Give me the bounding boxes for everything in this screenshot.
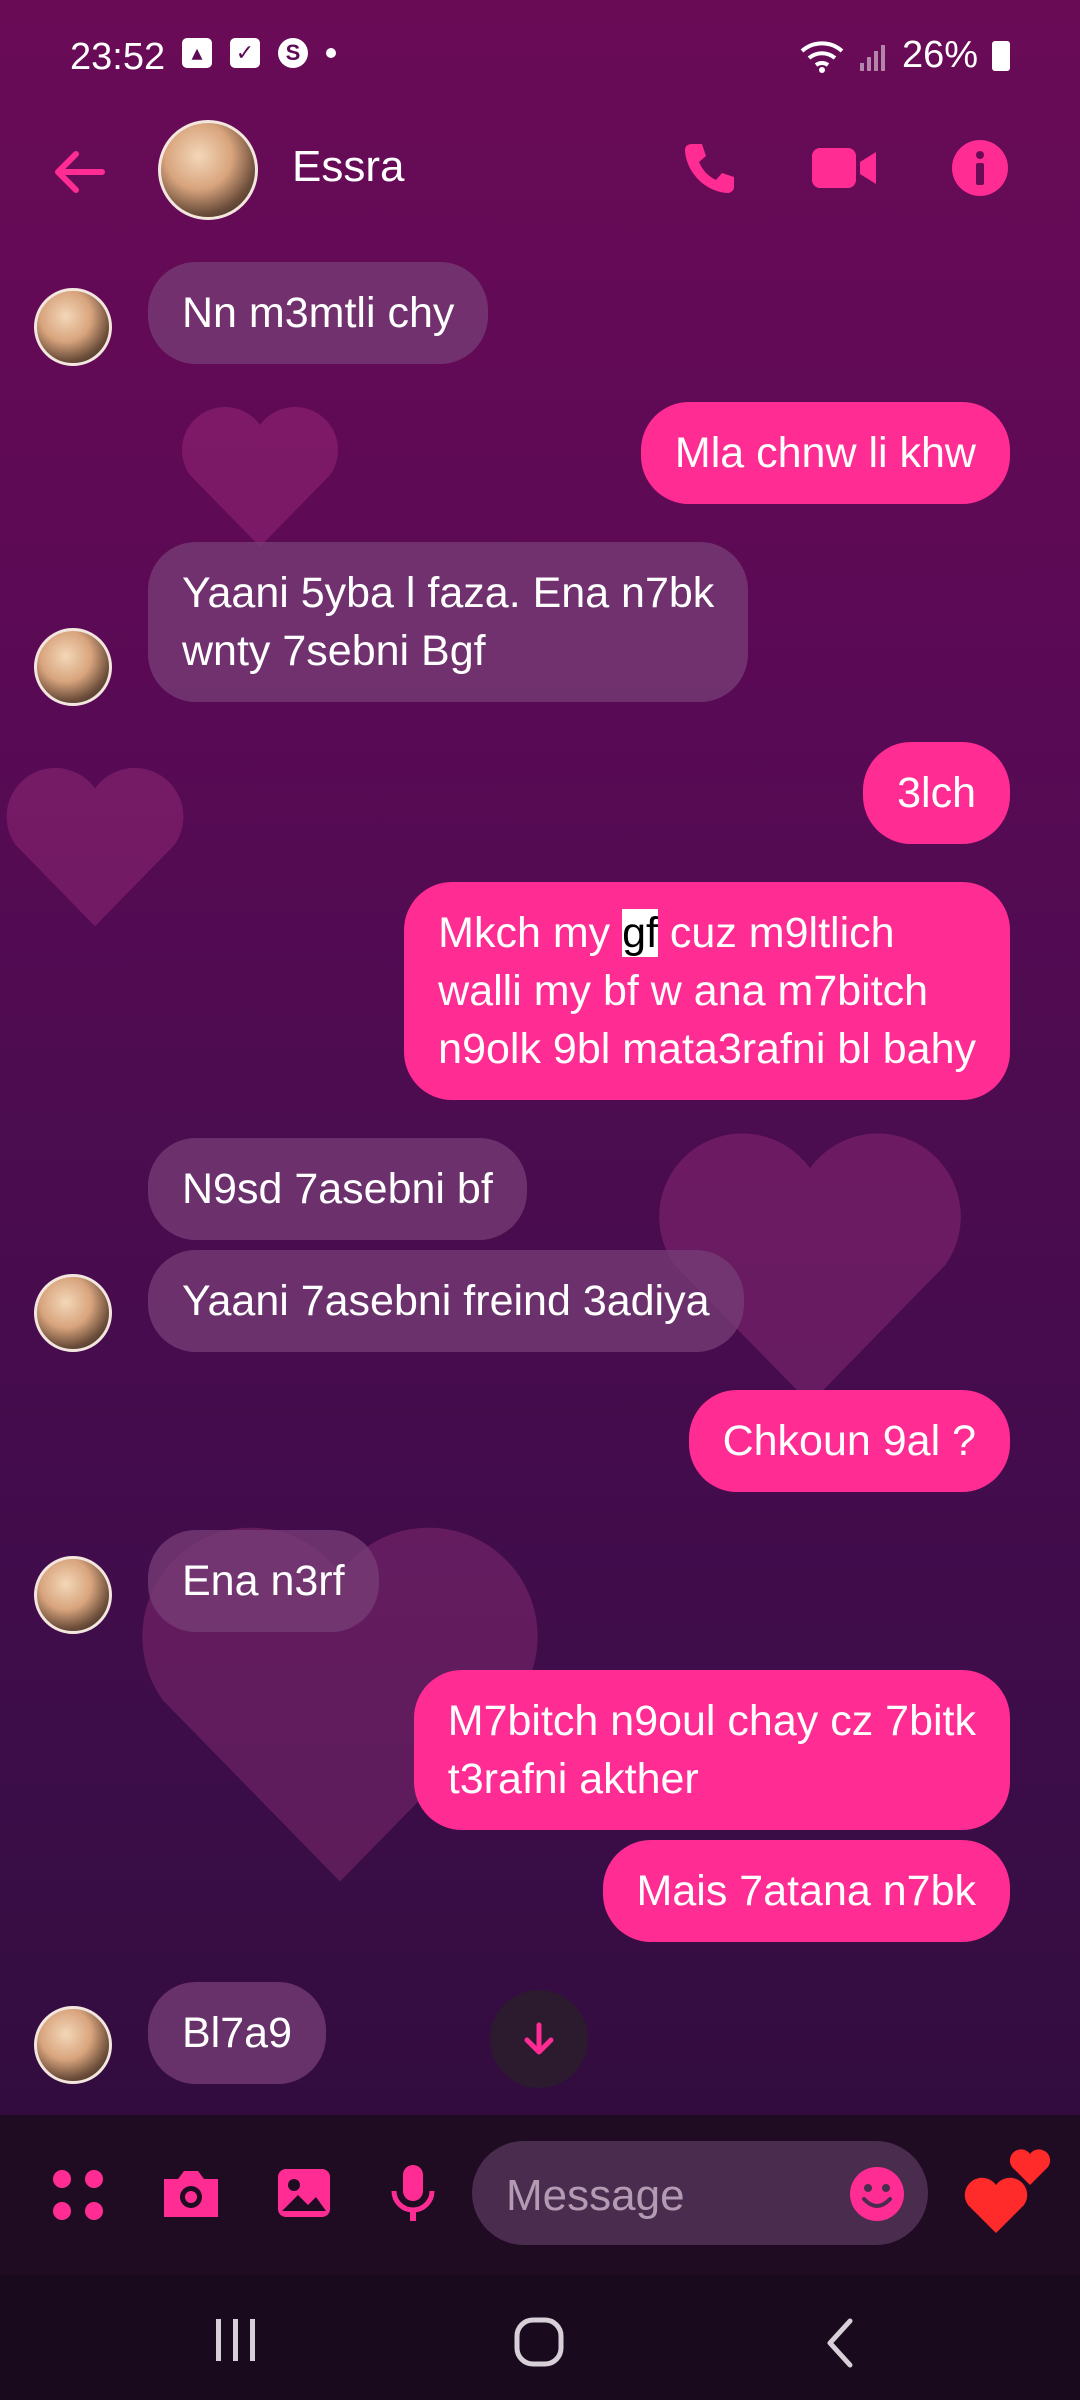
message-input[interactable]: Message — [472, 2141, 928, 2245]
more-notifications-icon — [326, 48, 336, 58]
scroll-down-icon — [524, 2022, 554, 2055]
conversation-header: Essra — [0, 120, 1080, 230]
message-bubble-outgoing[interactable]: Mla chnw li khw — [640, 402, 1010, 504]
message-bubble-outgoing[interactable]: Mais 7atana n7bk — [602, 1840, 1010, 1942]
scroll-down-button[interactable] — [490, 1990, 588, 2088]
sender-avatar[interactable] — [34, 2006, 112, 2084]
gallery-icon[interactable] — [274, 2163, 334, 2223]
video-icon[interactable] — [808, 138, 880, 198]
message-bubble-outgoing[interactable]: M7bitch n9oul chay cz 7bitk t3rafni akth… — [413, 1670, 1010, 1830]
background-heart-icon — [6, 767, 184, 927]
check-notification-icon: ✓ — [230, 38, 260, 68]
message-bubble-outgoing[interactable]: 3lch — [863, 742, 1010, 844]
notification-icons: ▴ ✓ S — [182, 38, 336, 68]
message-composer: Message — [0, 2115, 1080, 2275]
back-arrow-icon[interactable] — [46, 140, 110, 204]
message-bubble-outgoing[interactable]: Mkch my gf cuz m9ltlich walli my bf w an… — [404, 882, 1010, 1100]
message-bubble-incoming[interactable]: Nn m3mtli chy — [148, 262, 489, 364]
background-heart-icon — [181, 406, 339, 547]
battery-percent: 26% — [901, 34, 978, 76]
system-nav-bar — [0, 2275, 1080, 2400]
message-placeholder: Message — [506, 2171, 685, 2220]
back-nav-icon[interactable] — [820, 2315, 860, 2371]
message-bubble-incoming[interactable]: Bl7a9 — [148, 1982, 326, 2084]
message-text: Mkch my — [438, 909, 623, 957]
home-icon[interactable] — [512, 2315, 568, 2371]
shazam-icon: S — [278, 38, 308, 68]
wifi-icon — [800, 40, 844, 73]
message-bubble-incoming[interactable]: Ena n3rf — [148, 1530, 379, 1632]
highlighted-text[interactable]: gf — [622, 909, 658, 957]
apps-grid-icon[interactable] — [48, 2165, 108, 2225]
message-bubble-outgoing[interactable]: Chkoun 9al ? — [688, 1390, 1010, 1492]
battery-icon — [992, 40, 1010, 71]
mic-icon[interactable] — [388, 2163, 438, 2227]
contact-avatar[interactable] — [158, 120, 258, 220]
sender-avatar[interactable] — [34, 1274, 112, 1352]
status-bar: 23:52 ▴ ✓ S 26% — [0, 0, 1080, 120]
sender-avatar[interactable] — [34, 628, 112, 706]
hearts-icon[interactable] — [958, 2141, 1058, 2241]
image-notification-icon: ▴ — [182, 38, 212, 68]
sender-avatar[interactable] — [34, 288, 112, 366]
sender-avatar[interactable] — [34, 1556, 112, 1634]
phone-icon[interactable] — [678, 138, 738, 198]
message-bubble-incoming[interactable]: N9sd 7asebni bf — [148, 1138, 527, 1240]
status-right: 26% — [800, 34, 1010, 77]
signal-icon — [859, 44, 885, 71]
recent-apps-icon[interactable] — [208, 2315, 264, 2365]
contact-name[interactable]: Essra — [292, 142, 404, 192]
message-bubble-incoming[interactable]: Yaani 5yba l faza. Ena n7bk wnty 7sebni … — [148, 542, 749, 702]
info-icon[interactable] — [950, 138, 1010, 198]
camera-icon[interactable] — [158, 2163, 224, 2223]
message-bubble-incoming[interactable]: Yaani 7asebni freind 3adiya — [148, 1250, 744, 1352]
emoji-icon[interactable] — [848, 2165, 906, 2223]
status-time: 23:52 — [70, 36, 166, 78]
